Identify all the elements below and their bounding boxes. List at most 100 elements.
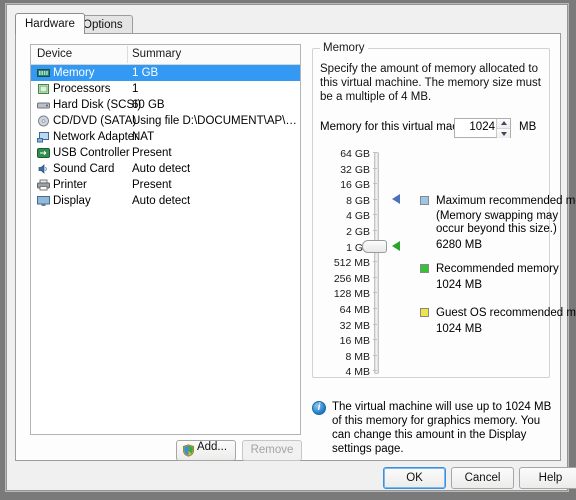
table-row[interactable]: Display Auto detect <box>31 193 300 209</box>
stepper-down-button[interactable] <box>497 129 510 138</box>
device-summary: Present <box>132 179 172 191</box>
add-device-button[interactable]: Add... <box>176 440 236 461</box>
ok-button[interactable]: OK <box>383 467 446 489</box>
add-device-label: Add... <box>196 441 228 453</box>
slider-tick-mark <box>373 323 377 325</box>
memory-stepper[interactable] <box>496 119 510 138</box>
slider-tick-mark <box>373 230 377 231</box>
device-name: CD/DVD (SATA) <box>53 115 137 127</box>
slider-tick-label: 16 GB <box>340 179 370 192</box>
device-summary: Auto detect <box>132 163 191 175</box>
device-name: Processors <box>53 83 111 95</box>
column-header-summary[interactable]: Summary <box>132 48 181 60</box>
memory-legend: Maximum recommended memory (Memory swapp… <box>420 194 576 338</box>
memory-icon <box>37 69 50 77</box>
slider-tick-label: 64 GB <box>340 148 370 160</box>
legend-value: 1024 MB <box>436 323 483 335</box>
slider-tick-mark <box>373 354 377 356</box>
network-icon <box>37 132 49 143</box>
legend-note: (Memory swapping may occur beyond this s… <box>436 210 559 235</box>
device-name: Sound Card <box>53 163 115 175</box>
help-label: Help <box>538 472 563 484</box>
tab-hardware[interactable]: Hardware <box>15 13 85 34</box>
device-name: USB Controller <box>53 147 130 159</box>
device-list-header: Device Summary <box>31 45 300 65</box>
memory-field-row: Memory for this virtual machine: 1024 MB <box>320 118 548 138</box>
current-value-marker <box>392 240 400 251</box>
remove-device-label: Remove <box>250 444 294 456</box>
legend-swatch-green <box>420 264 429 273</box>
tab-strip: Hardware Options <box>15 13 561 34</box>
device-summary: 60 GB <box>132 99 165 111</box>
slider-tick-label: 16 MB <box>339 335 370 348</box>
slider-tick-label: 512 MB <box>333 257 370 270</box>
soundcard-icon <box>38 164 47 174</box>
vm-settings-dialog: Hardware Options Device Summary Memory 1… <box>6 4 576 491</box>
table-row[interactable]: CD/DVD (SATA) Using file D:\DOCUMENT\AP\… <box>31 113 300 129</box>
cancel-button[interactable]: Cancel <box>451 467 514 489</box>
legend-item-maximum: Maximum recommended memory (Memory swapp… <box>420 194 576 252</box>
memory-description: Specify the amount of memory allocated t… <box>320 63 541 103</box>
device-name: Printer <box>53 179 87 191</box>
slider-tick-mark <box>373 183 377 185</box>
help-button[interactable]: Help <box>519 467 576 489</box>
slider-tick-mark <box>373 276 377 278</box>
remove-device-button[interactable]: Remove <box>242 440 302 461</box>
memory-slider[interactable]: 64 GB 32 GB 16 GB 8 GB 4 GB 2 GB 1 GB 512 MB 256… <box>316 148 400 380</box>
legend-title: Guest OS recommended minimum <box>436 307 576 319</box>
maximum-recommended-marker <box>392 193 400 204</box>
slider-tick-mark <box>373 198 377 200</box>
device-summary: NAT <box>132 131 155 143</box>
legend-swatch-yellow <box>420 308 429 317</box>
legend-title: Recommended memory <box>436 263 559 275</box>
device-list[interactable]: Device Summary Memory 1 GB Processors 1 … <box>30 44 301 435</box>
chevron-up-icon <box>501 121 507 125</box>
device-name: Memory <box>53 67 95 79</box>
device-summary: Present <box>132 147 172 159</box>
slider-tick-label: 256 MB <box>333 272 370 285</box>
memory-value[interactable]: 1024 <box>469 121 495 133</box>
table-row[interactable]: USB Controller Present <box>31 145 300 161</box>
slider-tick-label: 64 MB <box>339 304 370 316</box>
cddvd-icon <box>38 115 49 127</box>
table-row[interactable]: Printer Present <box>31 177 300 193</box>
slider-thumb[interactable] <box>362 239 387 253</box>
slider-tick-label: 128 MB <box>333 288 370 301</box>
device-name: Network Adapter <box>53 131 139 143</box>
table-row[interactable]: Network Adapter NAT <box>31 129 300 145</box>
legend-item-guest-minimum: Guest OS recommended minimum 1024 MB <box>420 306 576 336</box>
memory-spinbox[interactable]: 1024 <box>454 118 511 138</box>
legend-value: 1024 MB <box>436 279 483 291</box>
slider-tick-label: 32 GB <box>340 163 370 176</box>
ok-label: OK <box>406 472 423 484</box>
display-icon <box>37 196 50 206</box>
table-row[interactable]: Sound Card Auto detect <box>31 161 300 177</box>
table-row[interactable]: Processors 1 <box>31 81 300 97</box>
slider-tick-label: 4 MB <box>345 366 370 379</box>
device-name: Display <box>53 195 91 207</box>
stepper-up-button[interactable] <box>497 119 510 129</box>
slider-tick-mark <box>373 292 377 294</box>
column-divider[interactable] <box>127 46 128 63</box>
slider-tick-label: 2 GB <box>346 226 370 238</box>
slider-tick-label: 4 GB <box>346 210 370 223</box>
chevron-down-icon <box>501 132 507 136</box>
harddisk-icon <box>37 102 50 109</box>
legend-item-recommended: Recommended memory 1024 MB <box>420 262 570 292</box>
slider-track[interactable] <box>374 152 379 374</box>
table-row[interactable]: Hard Disk (SCSI) 60 GB <box>31 97 300 113</box>
column-header-device[interactable]: Device <box>37 48 72 60</box>
memory-unit-label: MB <box>519 121 537 133</box>
info-icon: i <box>312 401 326 415</box>
cancel-label: Cancel <box>464 472 501 484</box>
slider-tick-mark <box>373 308 377 309</box>
table-row[interactable]: Memory 1 GB <box>31 65 300 81</box>
printer-icon <box>37 179 50 191</box>
slider-tick-mark <box>373 261 377 263</box>
legend-title: Maximum recommended memory <box>436 195 576 207</box>
device-summary: 1 GB <box>132 67 159 79</box>
slider-tick-label: 32 MB <box>339 319 370 332</box>
hardware-tab-page: Device Summary Memory 1 GB Processors 1 … <box>15 33 576 461</box>
device-name: Hard Disk (SCSI) <box>53 99 142 111</box>
device-summary: Using file D:\DOCUMENT\AP\Hiren\Hi... <box>132 115 297 127</box>
